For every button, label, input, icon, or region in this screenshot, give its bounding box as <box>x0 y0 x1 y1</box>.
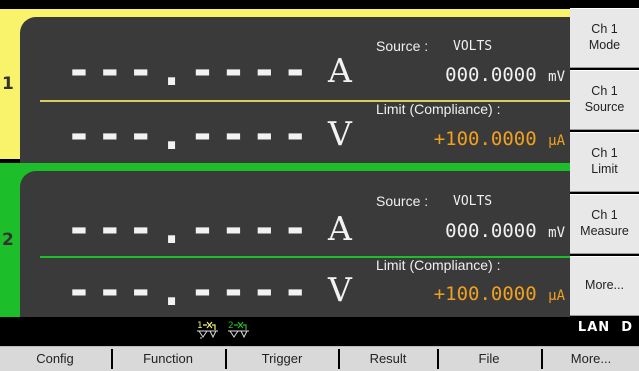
softkey-ch1-source-line1: Ch 1 <box>591 84 618 99</box>
lan-status: LAN D <box>578 320 633 335</box>
output-relay-icon: 1 2 <box>197 321 249 339</box>
softkey-ch1-mode-line2: Mode <box>588 38 621 52</box>
softkey-more-label: More... <box>585 278 624 293</box>
channel-2-current-reading: ---.---- <box>66 204 314 254</box>
relay-ch2-label: 2 <box>228 321 234 331</box>
function-key-bar: Config Function Trigger Result File More… <box>0 346 639 371</box>
softkey-ch1-measure-line1: Ch 1 <box>591 208 618 223</box>
channel-2-voltage-unit: V <box>328 270 352 309</box>
lan-label: LAN <box>577 320 611 335</box>
softkey-ch1-source-line2: Source <box>584 100 625 114</box>
channel-2-limit-label: Limit (Compliance) : <box>376 257 501 273</box>
channel-1-source-label: Source : <box>376 38 429 54</box>
softkey-ch1-mode-line1: Ch 1 <box>591 22 618 37</box>
channel-2-number: 2 <box>2 230 14 250</box>
channel-1-source-value: 000.0000 mV <box>445 64 565 86</box>
channel-1-current-unit: A <box>328 51 352 90</box>
softkey-column: Ch 1 Mode Ch 1 Source Ch 1 Limit Ch 1 Me… <box>570 8 639 317</box>
function-key-more[interactable]: More... <box>543 347 639 371</box>
function-key-trigger[interactable]: Trigger <box>227 347 337 371</box>
channel-1-voltage-reading: ---.---- <box>66 110 314 160</box>
softkey-ch1-measure-line2: Measure <box>580 224 629 238</box>
channel-2-limit-value: +100.0000 μA <box>433 283 565 305</box>
function-key-file[interactable]: File <box>439 347 539 371</box>
channel-2-source-value: 000.0000 mV <box>445 220 565 242</box>
function-key-function[interactable]: Function <box>113 347 223 371</box>
channel-2-source-label: Source : <box>376 193 429 209</box>
channel-1-current-reading: ---.---- <box>66 46 314 96</box>
softkey-ch1-limit[interactable]: Ch 1 Limit <box>570 132 639 192</box>
function-key-result[interactable]: Result <box>340 347 436 371</box>
status-bar: 1 2 LAN D <box>0 317 639 339</box>
channel-1-number: 1 <box>2 74 14 94</box>
channel-1-limit-value: +100.0000 μA <box>433 128 565 150</box>
softkey-more[interactable]: More... <box>570 256 639 316</box>
softkey-ch1-source[interactable]: Ch 1 Source <box>570 70 639 130</box>
channel-1-tab[interactable]: 1 <box>0 9 14 159</box>
function-key-config[interactable]: Config <box>0 347 110 371</box>
channel-1-limit-label: Limit (Compliance) : <box>376 101 501 117</box>
channel-1-source-mode: VOLTS <box>453 39 493 54</box>
softkey-ch1-measure[interactable]: Ch 1 Measure <box>570 194 639 254</box>
softkey-ch1-mode[interactable]: Ch 1 Mode <box>570 8 639 68</box>
channel-2-voltage-reading: ---.---- <box>66 266 314 316</box>
lan-state: D <box>621 320 633 335</box>
relay-ch1-label: 1 <box>197 321 203 331</box>
channel-1-voltage-unit: V <box>328 114 352 153</box>
softkey-ch1-limit-line2: Limit <box>591 162 618 176</box>
channel-2-tab[interactable]: 2 <box>0 163 14 317</box>
channel-2-current-unit: A <box>328 209 352 248</box>
softkey-ch1-limit-line1: Ch 1 <box>591 146 618 161</box>
channel-2-source-mode: VOLTS <box>453 194 493 209</box>
